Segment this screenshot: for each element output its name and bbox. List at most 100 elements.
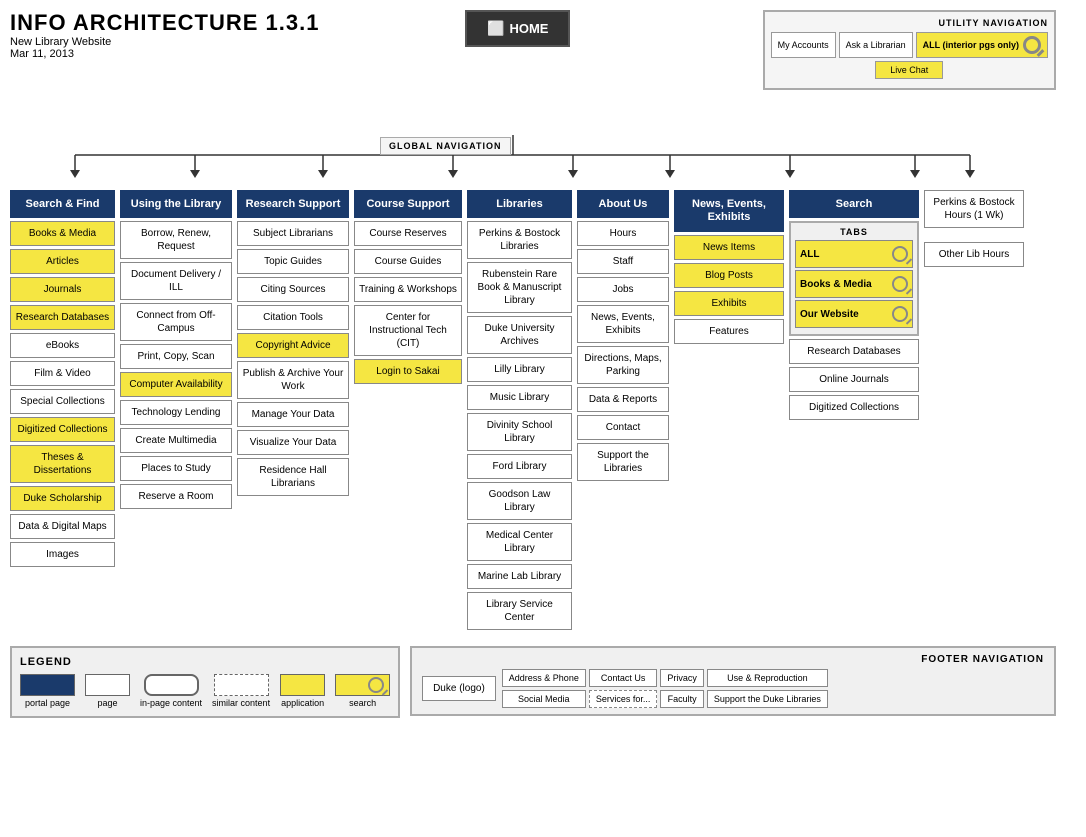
ford-library-item[interactable]: Ford Library	[467, 454, 572, 479]
visualize-data-item[interactable]: Visualize Your Data	[237, 430, 349, 455]
nav-about-us[interactable]: About Us	[577, 190, 669, 218]
lilly-library-item[interactable]: Lilly Library	[467, 357, 572, 382]
research-databases-item[interactable]: Research Databases	[10, 305, 115, 330]
my-accounts-button[interactable]: My Accounts	[771, 32, 836, 58]
technology-lending-item[interactable]: Technology Lending	[120, 400, 232, 425]
tab-books-magnifier-icon	[892, 276, 908, 292]
legend-search-magnifier-icon	[368, 677, 384, 693]
nav-news-events[interactable]: News, Events, Exhibits	[674, 190, 784, 232]
rubenstein-item[interactable]: Rubenstein Rare Book & Manuscript Librar…	[467, 262, 572, 313]
subject-librarians-item[interactable]: Subject Librarians	[237, 221, 349, 246]
nav-using-library[interactable]: Using the Library	[120, 190, 232, 218]
online-journals-item[interactable]: Online Journals	[789, 367, 919, 392]
create-multimedia-item[interactable]: Create Multimedia	[120, 428, 232, 453]
perkins-hours-box[interactable]: Perkins & Bostock Hours (1 Wk)	[924, 190, 1024, 228]
ask-librarian-button[interactable]: Ask a Librarian	[839, 32, 913, 58]
tab-our-website[interactable]: Our Website	[795, 300, 913, 328]
library-service-center-item[interactable]: Library Service Center	[467, 592, 572, 630]
perkins-bostock-item[interactable]: Perkins & Bostock Libraries	[467, 221, 572, 259]
goodson-law-item[interactable]: Goodson Law Library	[467, 482, 572, 520]
film-video-item[interactable]: Film & Video	[10, 361, 115, 386]
reserve-room-item[interactable]: Reserve a Room	[120, 484, 232, 509]
borrow-renew-item[interactable]: Borrow, Renew, Request	[120, 221, 232, 259]
research-databases-search-item[interactable]: Research Databases	[789, 339, 919, 364]
duke-archives-item[interactable]: Duke University Archives	[467, 316, 572, 354]
search-all-button[interactable]: ALL (interior pgs only)	[916, 32, 1048, 58]
live-chat-button[interactable]: Live Chat	[875, 61, 943, 79]
citation-tools-item[interactable]: Citation Tools	[237, 305, 349, 330]
staff-item[interactable]: Staff	[577, 249, 669, 274]
footer-privacy[interactable]: Privacy	[660, 669, 704, 687]
support-libraries-item[interactable]: Support the Libraries	[577, 443, 669, 481]
images-item[interactable]: Images	[10, 542, 115, 567]
home-node: ⬜ HOME	[465, 10, 570, 47]
theses-dissertations-item[interactable]: Theses & Dissertations	[10, 445, 115, 483]
topic-guides-item[interactable]: Topic Guides	[237, 249, 349, 274]
places-study-item[interactable]: Places to Study	[120, 456, 232, 481]
articles-item[interactable]: Articles	[10, 249, 115, 274]
footer-support-duke[interactable]: Support the Duke Libraries	[707, 690, 828, 708]
footer-use-reproduction[interactable]: Use & Reproduction	[707, 669, 828, 687]
training-workshops-item[interactable]: Training & Workshops	[354, 277, 462, 302]
features-item[interactable]: Features	[674, 319, 784, 344]
data-reports-item[interactable]: Data & Reports	[577, 387, 669, 412]
course-guides-item[interactable]: Course Guides	[354, 249, 462, 274]
header: INFO ARCHITECTURE 1.3.1 New Library Webs…	[10, 10, 1056, 60]
special-collections-item[interactable]: Special Collections	[10, 389, 115, 414]
ebooks-item[interactable]: eBooks	[10, 333, 115, 358]
marine-lab-item[interactable]: Marine Lab Library	[467, 564, 572, 589]
tab-all[interactable]: ALL	[795, 240, 913, 268]
journals-item[interactable]: Journals	[10, 277, 115, 302]
legend-items: portal page page in-page content similar…	[20, 674, 390, 708]
page: INFO ARCHITECTURE 1.3.1 New Library Webs…	[0, 0, 1066, 728]
footer-contact-us[interactable]: Contact Us	[589, 669, 658, 687]
document-delivery-item[interactable]: Document Delivery / ILL	[120, 262, 232, 300]
nav-course-support[interactable]: Course Support	[354, 190, 462, 218]
footer-faculty[interactable]: Faculty	[660, 690, 704, 708]
news-events-item[interactable]: News, Events, Exhibits	[577, 305, 669, 343]
cit-item[interactable]: Center for Instructional Tech (CIT)	[354, 305, 462, 356]
duke-scholarship-item[interactable]: Duke Scholarship	[10, 486, 115, 511]
footer-social-media[interactable]: Social Media	[502, 690, 586, 708]
music-library-item[interactable]: Music Library	[467, 385, 572, 410]
connect-offcampus-item[interactable]: Connect from Off-Campus	[120, 303, 232, 341]
publish-archive-item[interactable]: Publish & Archive Your Work	[237, 361, 349, 399]
data-digital-maps-item[interactable]: Data & Digital Maps	[10, 514, 115, 539]
subtitle2: Mar 11, 2013	[10, 48, 319, 60]
jobs-item[interactable]: Jobs	[577, 277, 669, 302]
col-research-support: Research Support Subject Librarians Topi…	[237, 190, 349, 496]
blog-posts-item[interactable]: Blog Posts	[674, 263, 784, 288]
residence-hall-librarians-item[interactable]: Residence Hall Librarians	[237, 458, 349, 496]
nav-search-find[interactable]: Search & Find	[10, 190, 115, 218]
directions-maps-item[interactable]: Directions, Maps, Parking	[577, 346, 669, 384]
course-reserves-item[interactable]: Course Reserves	[354, 221, 462, 246]
legend-box: LEGEND portal page page in-page content …	[10, 646, 400, 718]
manage-data-item[interactable]: Manage Your Data	[237, 402, 349, 427]
digitized-collections-search-item[interactable]: Digitized Collections	[789, 395, 919, 420]
hours-item[interactable]: Hours	[577, 221, 669, 246]
utility-nav-title: UTILITY NAVIGATION	[771, 18, 1048, 28]
digitized-collections-item[interactable]: Digitized Collections	[10, 417, 115, 442]
tabs-area: TABS ALL Books & Media Our Website	[789, 221, 919, 336]
copyright-advice-item[interactable]: Copyright Advice	[237, 333, 349, 358]
nav-research-support[interactable]: Research Support	[237, 190, 349, 218]
other-lib-hours-box[interactable]: Other Lib Hours	[924, 242, 1024, 267]
connector-area: GLOBAL NAVIGATION	[10, 135, 1056, 190]
login-sakai-item[interactable]: Login to Sakai	[354, 359, 462, 384]
home-button[interactable]: ⬜ HOME	[465, 10, 570, 47]
print-copy-scan-item[interactable]: Print, Copy, Scan	[120, 344, 232, 369]
medical-center-library-item[interactable]: Medical Center Library	[467, 523, 572, 561]
exhibits-item[interactable]: Exhibits	[674, 291, 784, 316]
contact-item[interactable]: Contact	[577, 415, 669, 440]
nav-search[interactable]: Search	[789, 190, 919, 218]
nav-libraries[interactable]: Libraries	[467, 190, 572, 218]
col-utility-hours: Perkins & Bostock Hours (1 Wk) Other Lib…	[924, 190, 1024, 267]
news-items-item[interactable]: News Items	[674, 235, 784, 260]
legend-swatch-app	[280, 674, 325, 696]
footer-address-phone[interactable]: Address & Phone	[502, 669, 586, 687]
tab-books-media[interactable]: Books & Media	[795, 270, 913, 298]
citing-sources-item[interactable]: Citing Sources	[237, 277, 349, 302]
divinity-library-item[interactable]: Divinity School Library	[467, 413, 572, 451]
books-media-item[interactable]: Books & Media	[10, 221, 115, 246]
computer-availability-item[interactable]: Computer Availability	[120, 372, 232, 397]
